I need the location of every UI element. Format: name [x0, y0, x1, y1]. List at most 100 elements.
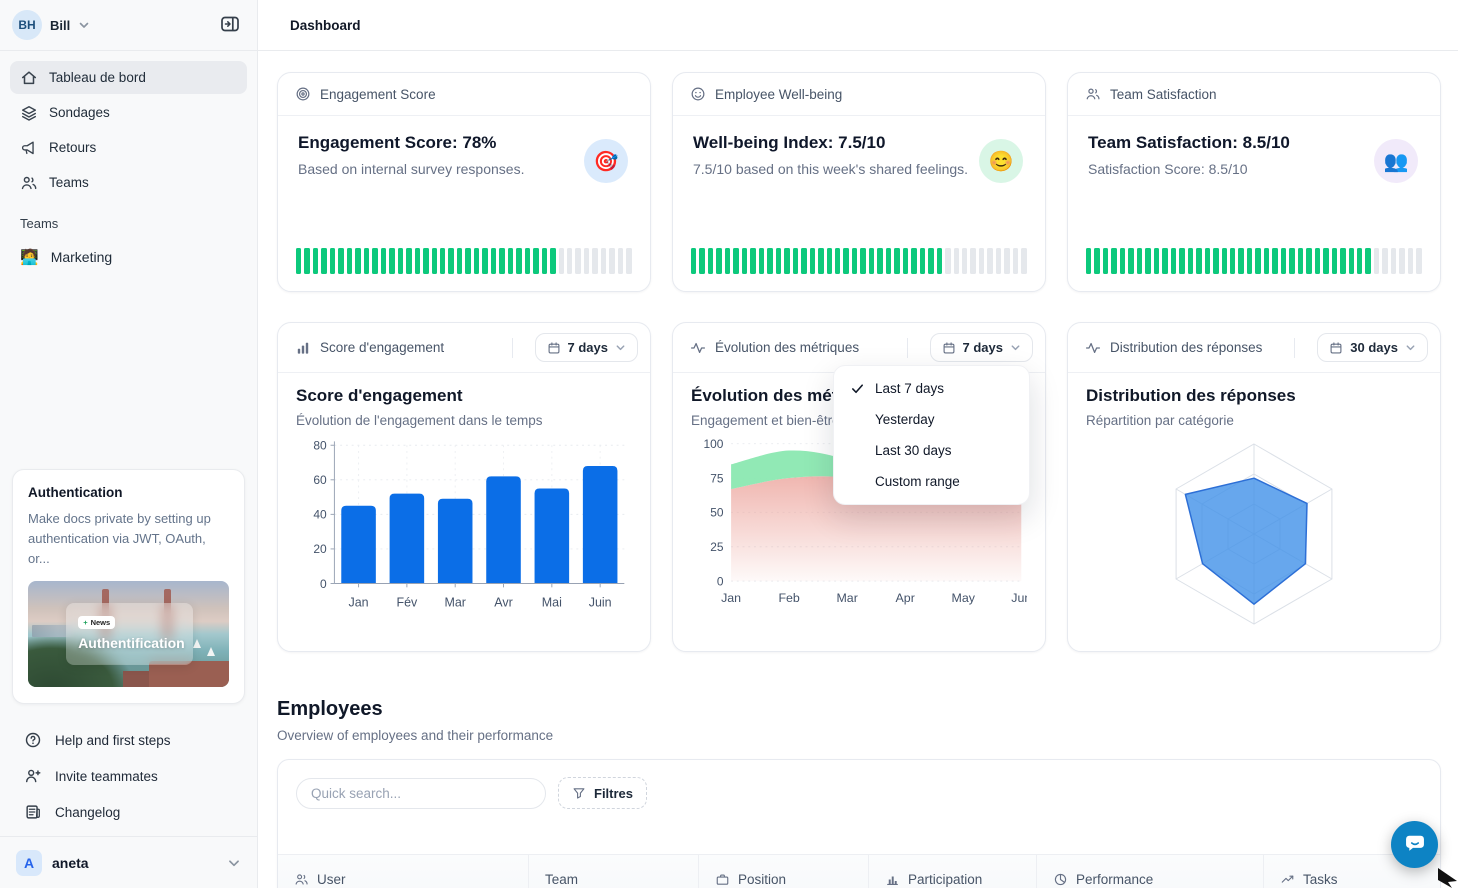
- smile-emoji-badge: 😊: [979, 139, 1023, 183]
- sidebar: BH Bill Tableau de bord Sondages: [0, 0, 258, 888]
- column-header-performance[interactable]: Performance: [1036, 855, 1263, 888]
- sidebar-item-marketing[interactable]: 🧑‍💻 Marketing: [10, 240, 247, 274]
- card-header-label: Score d'engagement: [320, 340, 503, 355]
- spark-bar: [987, 248, 992, 274]
- svg-text:Feb: Feb: [778, 591, 799, 605]
- menu-item-last-7-days[interactable]: Last 7 days: [834, 373, 1029, 404]
- sidebar-item-feedback[interactable]: Retours: [10, 131, 247, 164]
- user-name[interactable]: Bill: [50, 18, 70, 33]
- promo-image-caption: Authentification: [78, 635, 181, 651]
- footer-item-label: Invite teammates: [55, 769, 158, 784]
- sidebar-item-help[interactable]: Help and first steps: [0, 722, 257, 758]
- spark-bar: [364, 248, 369, 274]
- svg-text:Mar: Mar: [444, 596, 465, 610]
- search-input[interactable]: [296, 778, 546, 809]
- column-header-user[interactable]: User: [278, 855, 528, 888]
- sidebar-item-label: Tableau de bord: [49, 70, 146, 85]
- chart-title: Distribution des réponses: [1086, 386, 1422, 406]
- filters-label: Filtres: [594, 786, 633, 801]
- spark-bar: [1103, 248, 1108, 274]
- help-icon: [24, 731, 42, 749]
- spark-bar: [1086, 248, 1091, 274]
- spark-bar: [1171, 248, 1176, 274]
- briefcase-icon: [715, 872, 730, 887]
- menu-item-custom-range[interactable]: Custom range: [834, 466, 1029, 497]
- sidebar-item-changelog[interactable]: Changelog: [0, 794, 257, 830]
- stat-title: Engagement Score: 78%: [298, 133, 630, 153]
- spark-bar: [750, 248, 755, 274]
- column-header-team[interactable]: Team: [528, 855, 698, 888]
- spark-bar: [406, 248, 411, 274]
- chat-bubble-icon: [1402, 830, 1428, 859]
- spark-bar: [1238, 248, 1243, 274]
- column-label: Team: [545, 872, 578, 887]
- spark-bar: [869, 248, 874, 274]
- collapse-sidebar-button[interactable]: [215, 10, 245, 40]
- employees-section: Employees Overview of employees and thei…: [277, 698, 1441, 888]
- stat-cards-row: Engagement Score Engagement Score: 78% B…: [277, 72, 1441, 292]
- sidebar-item-dashboard[interactable]: Tableau de bord: [10, 61, 247, 94]
- spark-bar: [996, 248, 1001, 274]
- column-label: Participation: [908, 872, 982, 887]
- chat-launcher-button[interactable]: [1391, 821, 1438, 868]
- sidebar-item-teams[interactable]: Teams: [10, 166, 247, 199]
- sidebar-item-surveys[interactable]: Sondages: [10, 96, 247, 129]
- spark-bar: [1247, 248, 1252, 274]
- spark-bar: [1306, 248, 1311, 274]
- spark-bar: [886, 248, 891, 274]
- team-satisfaction-card: Team Satisfaction Team Satisfaction: 8.5…: [1067, 72, 1441, 292]
- spark-bar: [1349, 248, 1354, 274]
- date-range-button[interactable]: 7 days: [535, 333, 638, 362]
- spark-bar: [1340, 248, 1345, 274]
- spark-bar: [1416, 248, 1421, 274]
- engagement-chart-card: Score d'engagement 7 days Score d'engage…: [277, 322, 651, 652]
- spark-bar: [372, 248, 377, 274]
- spark-bar: [1408, 248, 1413, 274]
- date-range-button[interactable]: 30 days: [1317, 333, 1428, 362]
- spark-bar: [1382, 248, 1387, 274]
- spark-bar: [1255, 248, 1260, 274]
- card-header-label: Distribution des réponses: [1110, 340, 1285, 355]
- stat-subtitle: Satisfaction Score: 8.5/10: [1088, 161, 1420, 177]
- spark-bar: [508, 248, 513, 274]
- filters-button[interactable]: Filtres: [558, 777, 647, 809]
- spark-bar: [1323, 248, 1328, 274]
- spark-bar: [550, 248, 555, 274]
- user-avatar[interactable]: BH: [12, 10, 42, 40]
- header-divider: [907, 338, 908, 358]
- spark-bar: [1013, 248, 1018, 274]
- stat-subtitle: Based on internal survey responses.: [298, 161, 630, 177]
- satisfaction-sparkline: [1086, 248, 1422, 274]
- menu-item-yesterday[interactable]: Yesterday: [834, 404, 1029, 435]
- workspace-switcher[interactable]: A aneta: [0, 836, 257, 888]
- spark-bar: [1374, 248, 1379, 274]
- spark-bar: [725, 248, 730, 274]
- column-header-participation[interactable]: Participation: [868, 855, 1036, 888]
- workspace-avatar: A: [16, 850, 42, 876]
- svg-text:60: 60: [313, 473, 327, 487]
- svg-text:75: 75: [710, 471, 724, 485]
- svg-text:Jan: Jan: [721, 591, 741, 605]
- sailboat-shape: [193, 639, 201, 648]
- date-range-button[interactable]: 7 days: [930, 333, 1033, 362]
- footer-item-label: Changelog: [55, 805, 120, 820]
- sidebar-item-invite[interactable]: Invite teammates: [0, 758, 257, 794]
- spark-bar: [1315, 248, 1320, 274]
- spark-bar: [1230, 248, 1235, 274]
- card-body: Distribution des réponses Répartition pa…: [1068, 373, 1440, 626]
- card-header: Employee Well-being: [673, 73, 1045, 116]
- spark-bar: [584, 248, 589, 274]
- spark-bar: [962, 248, 967, 274]
- spark-bar: [877, 248, 882, 274]
- spark-bar: [852, 248, 857, 274]
- card-header-label: Évolution des métriques: [715, 340, 898, 355]
- column-header-position[interactable]: Position: [698, 855, 868, 888]
- technologist-emoji-icon: 🧑‍💻: [20, 248, 39, 266]
- authentication-promo-card[interactable]: Authentication Make docs private by sett…: [12, 469, 245, 704]
- menu-item-last-30-days[interactable]: Last 30 days: [834, 435, 1029, 466]
- stat-title: Team Satisfaction: 8.5/10: [1088, 133, 1420, 153]
- funnel-icon: [572, 786, 586, 800]
- card-header-label: Engagement Score: [320, 87, 436, 102]
- badge-label: News: [91, 618, 111, 627]
- chevron-down-icon: [78, 19, 90, 31]
